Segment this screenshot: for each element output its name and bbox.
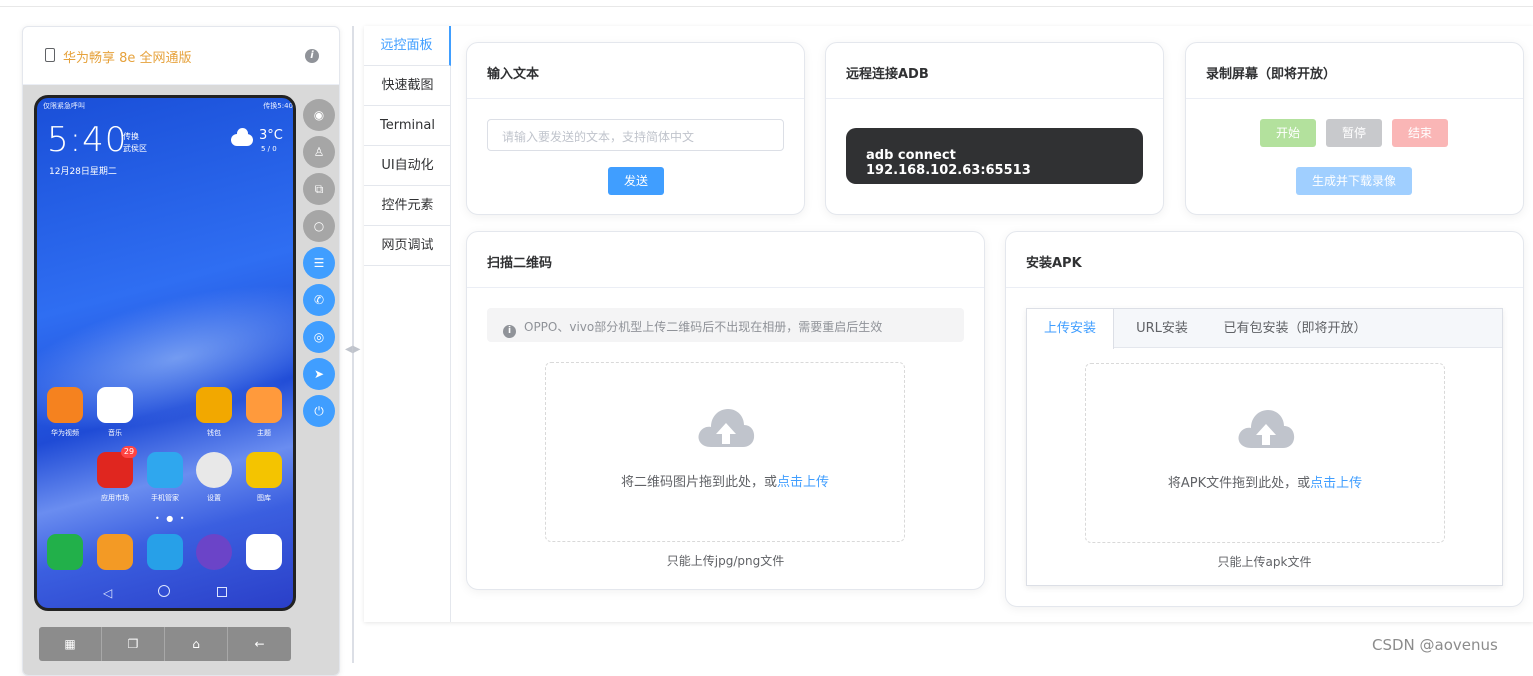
- apk-tabs: 上传安装 URL安装 已有包安装（即将开放） 将APK文件拖到此处，或点击上传 …: [1026, 308, 1503, 586]
- card-title: 输入文本: [467, 43, 804, 99]
- tab-ui-automation[interactable]: UI自动化: [364, 146, 451, 186]
- control-panel: 远控面板 快速截图 Terminal UI自动化 控件元素 网页调试 输入文本 …: [364, 26, 1533, 622]
- generate-download-button[interactable]: 生成并下载录像: [1296, 167, 1412, 195]
- dock-camera-icon[interactable]: [246, 534, 282, 570]
- device-body: 仅限紧急呼叫 传换5:40 5:40 传换 武侯区 12月28日星期二 3°C …: [23, 85, 339, 675]
- record-end-button[interactable]: 结束: [1392, 119, 1448, 147]
- send-button[interactable]: 发送: [608, 167, 664, 195]
- tab-web-debug[interactable]: 网页调试: [364, 226, 451, 266]
- dock-phone-icon[interactable]: [47, 534, 83, 570]
- app-label: 图库: [257, 494, 271, 502]
- apk-dropzone[interactable]: 将APK文件拖到此处，或点击上传: [1085, 363, 1445, 543]
- apk-format-tip: 只能上传apk文件: [1217, 555, 1312, 569]
- phone-screen[interactable]: 仅限紧急呼叫 传换5:40 5:40 传换 武侯区 12月28日星期二 3°C …: [34, 95, 296, 611]
- device-header: 华为畅享 8e 全网通版 i: [23, 27, 339, 85]
- windows-icon[interactable]: ❐: [102, 627, 165, 661]
- apk-tab-bar: 上传安装 URL安装 已有包安装（即将开放）: [1027, 309, 1502, 349]
- clock: 5:40: [47, 120, 128, 160]
- info-icon[interactable]: i: [305, 49, 319, 63]
- install-apk-card: 安装APK 上传安装 URL安装 已有包安装（即将开放） 将APK文件拖到此处，…: [1005, 231, 1524, 607]
- location-line1: 传换: [123, 132, 139, 141]
- app-label: 音乐: [108, 429, 122, 437]
- scan-qr-card: 扫描二维码 i OPPO、vivo部分机型上传二维码后不出现在相册，需要重启后生效…: [466, 231, 985, 590]
- dock-messages-icon[interactable]: [147, 534, 183, 570]
- card-title: 安装APK: [1006, 232, 1523, 288]
- tab-screenshot[interactable]: 快速截图: [364, 66, 451, 106]
- back-icon[interactable]: ←: [228, 627, 291, 661]
- power-icon[interactable]: ⏻: [303, 395, 335, 427]
- app-settings-icon[interactable]: [196, 452, 232, 488]
- adb-command[interactable]: adb connect 192.168.102.63:65513: [846, 128, 1143, 184]
- tab-existing-install[interactable]: 已有包安装（即将开放）: [1213, 309, 1377, 348]
- eye-icon[interactable]: ◉: [303, 99, 335, 131]
- date: 12月28日星期二: [49, 167, 117, 177]
- copy-icon[interactable]: ⧉: [303, 173, 335, 205]
- app-music-icon[interactable]: [97, 387, 133, 423]
- app-gallery-icon[interactable]: [246, 452, 282, 488]
- tab-url-install[interactable]: URL安装: [1122, 309, 1202, 348]
- app-video-icon[interactable]: [47, 387, 83, 423]
- record-start-button[interactable]: 开始: [1260, 119, 1316, 147]
- upload-cloud-icon: [1238, 410, 1295, 448]
- app-badge: 29: [121, 446, 137, 458]
- temperature-range: 5 / 0: [261, 145, 277, 153]
- top-border: [0, 6, 1533, 7]
- dock-browser-icon[interactable]: [196, 534, 232, 570]
- nav-home-icon[interactable]: [158, 585, 170, 597]
- phone-icon[interactable]: ✆: [303, 284, 335, 316]
- app-security-icon[interactable]: [147, 452, 183, 488]
- tab-upload-install[interactable]: 上传安装: [1027, 309, 1114, 349]
- card-title: 远程连接ADB: [826, 43, 1163, 99]
- upload-cloud-icon: [698, 409, 755, 447]
- qr-tip-alert: i OPPO、vivo部分机型上传二维码后不出现在相册，需要重启后生效: [487, 308, 964, 342]
- apk-drop-text: 将APK文件拖到此处，或点击上传: [1167, 476, 1363, 491]
- app-theme-icon[interactable]: [246, 387, 282, 423]
- nav-back-icon[interactable]: ◁: [103, 586, 112, 600]
- app-label: 主题: [257, 429, 271, 437]
- qr-tip-text: OPPO、vivo部分机型上传二维码后不出现在相册，需要重启后生效: [524, 320, 883, 334]
- device-name: 华为畅享 8e 全网通版: [63, 51, 192, 66]
- sliders-icon[interactable]: ☰: [303, 247, 335, 279]
- user-icon[interactable]: ♙: [303, 136, 335, 168]
- info-icon: i: [503, 325, 516, 338]
- resize-handle-icon[interactable]: ◀▶: [345, 344, 360, 355]
- home-icon[interactable]: ⌂: [165, 627, 228, 661]
- nav-recent-icon[interactable]: [217, 587, 227, 597]
- status-bar: 仅限紧急呼叫 传换5:40: [43, 101, 293, 113]
- card-title: 录制屏幕（即将开放）: [1186, 43, 1523, 99]
- apk-upload-link[interactable]: 点击上传: [1310, 476, 1362, 491]
- qr-dropzone[interactable]: 将二维码图片拖到此处，或点击上传: [545, 362, 905, 542]
- tab-remote-panel[interactable]: 远控面板: [364, 26, 451, 66]
- record-pause-button[interactable]: 暂停: [1326, 119, 1382, 147]
- status-left: 仅限紧急呼叫: [43, 102, 85, 110]
- dock-contacts-icon[interactable]: [97, 534, 133, 570]
- qr-format-tip: 只能上传jpg/png文件: [666, 554, 785, 568]
- card-title: 扫描二维码: [467, 232, 984, 288]
- send-icon[interactable]: ➤: [303, 358, 335, 390]
- app-wallet-icon[interactable]: [196, 387, 232, 423]
- qr-upload-link[interactable]: 点击上传: [777, 475, 829, 490]
- device-panel: 华为畅享 8e 全网通版 i 仅限紧急呼叫 传换5:40 5:40 传换 武侯区…: [22, 26, 340, 676]
- mobile-icon: [45, 48, 55, 62]
- cloud-icon: [231, 128, 253, 146]
- status-right: 传换5:40: [263, 102, 293, 110]
- location-line2: 武侯区: [123, 144, 147, 153]
- tab-terminal[interactable]: Terminal: [364, 106, 451, 146]
- qr-drop-text: 将二维码图片拖到此处，或点击上传: [620, 475, 830, 490]
- vertical-tabs: 远控面板 快速截图 Terminal UI自动化 控件元素 网页调试: [364, 26, 451, 622]
- temperature: 3°C: [259, 128, 283, 143]
- grid-icon[interactable]: ▦: [39, 627, 102, 661]
- adb-card: 远程连接ADB adb connect 192.168.102.63:65513: [825, 42, 1164, 215]
- tab-widget-elements[interactable]: 控件元素: [364, 186, 451, 226]
- input-text-card: 输入文本 请输入要发送的文本，支持简体中文 发送: [466, 42, 805, 215]
- page-dots: • ● •: [155, 514, 187, 523]
- device-nav-bar: ▦ ❐ ⌂ ←: [39, 627, 291, 661]
- camera-icon[interactable]: ◎: [303, 321, 335, 353]
- search-icon[interactable]: ○: [303, 210, 335, 242]
- watermark: CSDN @aovenus: [1372, 636, 1498, 654]
- text-input[interactable]: 请输入要发送的文本，支持简体中文: [487, 119, 784, 151]
- record-screen-card: 录制屏幕（即将开放） 开始 暂停 结束 生成并下载录像: [1185, 42, 1524, 215]
